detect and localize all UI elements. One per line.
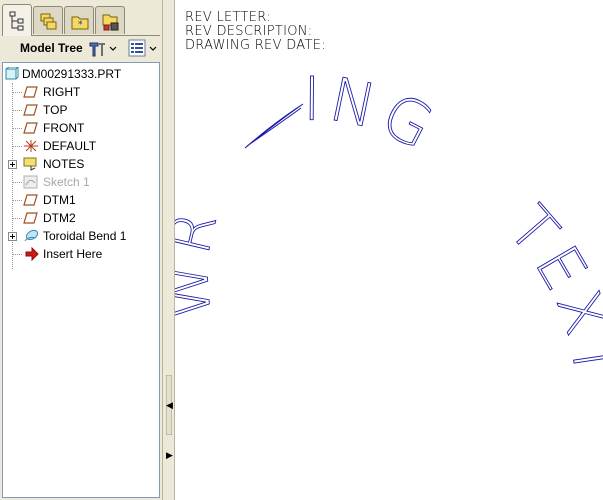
tree-item-label: FRONT xyxy=(43,121,85,135)
tree-item-dtm2[interactable]: DTM2 xyxy=(3,209,153,227)
model-tree-header: Model Tree xyxy=(0,36,162,60)
model-tree-tab-icon xyxy=(9,11,24,31)
tree-item-right[interactable]: RIGHT xyxy=(3,83,153,101)
coordinate-system-icon xyxy=(23,139,39,153)
tree-item-label: Sketch 1 xyxy=(43,175,90,189)
tree-item-default[interactable]: DEFAULT xyxy=(3,137,153,155)
collapse-left-icon[interactable]: ◀ xyxy=(166,400,173,411)
layers-tab[interactable] xyxy=(33,6,63,34)
tree-item-label: DTM1 xyxy=(43,193,76,207)
favorites-tab[interactable]: * xyxy=(64,6,94,34)
tree-item-insert-here[interactable]: Insert Here xyxy=(3,245,153,263)
tree-item-label: DEFAULT xyxy=(43,139,97,153)
tree-item-sketch[interactable]: Sketch 1 xyxy=(3,173,153,191)
part-icon xyxy=(5,67,21,81)
tree-item-dtm1[interactable]: DTM1 xyxy=(3,191,153,209)
notes-folder-icon xyxy=(23,157,39,171)
graphics-window[interactable]: REV LETTER: REV DESCRIPTION: DRAWING REV… xyxy=(175,0,603,500)
tools-tab-icon xyxy=(102,14,119,31)
tree-item-notes[interactable]: NOTES xyxy=(3,155,153,173)
favorites-tab-icon: * xyxy=(71,16,89,30)
bent-text-wr: WR xyxy=(175,201,231,322)
tree-item-label: DTM2 xyxy=(43,211,76,225)
tree-root-label: DM00291333.PRT xyxy=(22,67,122,81)
model-tree: DM00291333.PRT RIGHT TOP FRONT DEFAULT N… xyxy=(2,62,160,498)
tree-item-label: Insert Here xyxy=(43,247,103,261)
model-tree-tab[interactable] xyxy=(2,4,32,36)
tree-item-toroidal-bend[interactable]: Toroidal Bend 1 xyxy=(3,227,153,245)
tree-item-label: Toroidal Bend 1 xyxy=(43,229,127,243)
datum-plane-icon xyxy=(23,121,39,135)
expand-right-icon[interactable]: ▶ xyxy=(166,450,173,461)
bent-text-geometry: WR ING TEXT xyxy=(175,64,603,388)
navigator-panel: * Model Tree DM00291333.PRT RIGHT TOP FR… xyxy=(0,0,163,500)
tree-root-part[interactable]: DM00291333.PRT xyxy=(3,65,153,83)
tree-item-label: TOP xyxy=(43,103,68,117)
bend-sliver-curve xyxy=(244,103,304,149)
tree-item-front[interactable]: FRONT xyxy=(3,119,153,137)
bent-text-text: TEXT xyxy=(494,193,603,388)
insert-arrow-icon xyxy=(25,247,41,261)
navigator-tab-strip: * xyxy=(2,3,162,36)
datum-plane-icon xyxy=(23,211,39,225)
expand-toggle[interactable] xyxy=(8,160,17,169)
panel-splitter[interactable]: ◀ ▶ xyxy=(163,0,175,500)
tree-item-top[interactable]: TOP xyxy=(3,101,153,119)
layers-tab-icon xyxy=(40,13,57,30)
model-tree-title: Model Tree xyxy=(20,41,83,55)
list-menu-icon xyxy=(128,39,157,57)
toroidal-bend-icon xyxy=(23,229,39,243)
sketch-icon xyxy=(23,175,39,189)
datum-plane-icon xyxy=(23,85,39,99)
show-menu-button[interactable] xyxy=(128,39,160,58)
svg-text:*: * xyxy=(78,20,83,30)
bent-text-ing: ING xyxy=(303,65,449,167)
tools-tab[interactable] xyxy=(95,6,125,34)
hammer-tools-icon xyxy=(89,42,117,57)
tree-item-label: RIGHT xyxy=(43,85,81,99)
datum-plane-icon xyxy=(23,103,39,117)
datum-plane-icon xyxy=(23,193,39,207)
expand-toggle[interactable] xyxy=(8,232,17,241)
settings-menu-button[interactable] xyxy=(88,39,118,58)
tree-item-label: NOTES xyxy=(43,157,85,171)
